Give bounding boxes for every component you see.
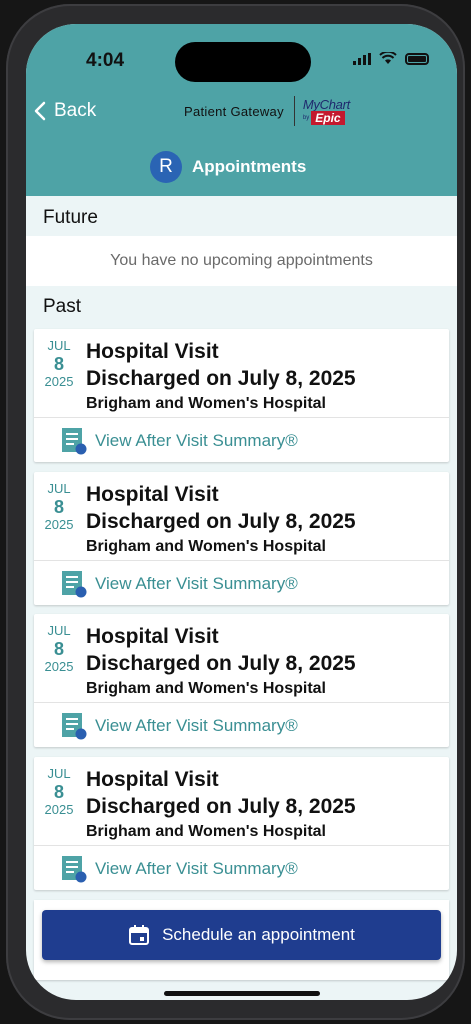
appointment-location: Brigham and Women's Hospital xyxy=(86,680,326,697)
appointment-subtitle: Discharged on July 8, 2025 xyxy=(86,367,356,390)
date-month: JUL xyxy=(47,623,71,638)
appointment-date: JUL 8 2025 xyxy=(34,338,84,390)
appointment-date: JUL 8 2025 xyxy=(34,766,84,818)
document-icon xyxy=(62,571,87,598)
summary-link-label: View After Visit Summary® xyxy=(95,859,298,878)
by-text: by xyxy=(302,114,310,121)
dynamic-island xyxy=(175,42,311,82)
page-title: R Appointments xyxy=(150,151,306,183)
date-year: 2025 xyxy=(44,801,74,817)
date-day: 8 xyxy=(53,496,64,517)
section-past: Past xyxy=(43,296,82,317)
summary-link-label: View After Visit Summary® xyxy=(95,574,298,593)
document-icon xyxy=(62,428,87,455)
appointment-subtitle: Discharged on July 8, 2025 xyxy=(86,795,356,818)
app-screen: 4:04 Back Patient Gateway MyChart by Epi… xyxy=(26,24,457,1000)
appointment-title: Hospital Visit xyxy=(86,483,219,506)
date-day: 8 xyxy=(53,638,64,659)
status-time: 4:04 xyxy=(86,50,125,71)
card-divider xyxy=(34,417,449,418)
app-header: 4:04 Back Patient Gateway MyChart by Epi… xyxy=(26,24,457,196)
appointment-card[interactable]: JUL 8 2025 Hospital Visit Discharged on … xyxy=(34,329,449,462)
date-day: 8 xyxy=(53,781,64,802)
document-icon xyxy=(62,856,87,883)
card-divider xyxy=(34,560,449,561)
back-label: Back xyxy=(54,100,97,121)
schedule-label: Schedule an appointment xyxy=(162,925,355,944)
section-future: Future xyxy=(43,207,98,228)
empty-future-message: You have no upcoming appointments xyxy=(26,236,457,286)
card-divider xyxy=(34,845,449,846)
signal-icon xyxy=(353,52,371,65)
phone-frame: 4:04 Back Patient Gateway MyChart by Epi… xyxy=(6,4,465,1020)
view-after-visit-summary-link[interactable]: View After Visit Summary® xyxy=(61,855,298,883)
appointment-date: JUL 8 2025 xyxy=(34,623,84,675)
battery-icon xyxy=(405,52,429,65)
document-icon xyxy=(62,713,87,740)
date-year: 2025 xyxy=(44,516,74,532)
appointment-card[interactable]: JUL 8 2025 Hospital Visit Discharged on … xyxy=(34,757,449,890)
brand-logo: Patient Gateway MyChart by Epic xyxy=(184,96,350,126)
appointment-location: Brigham and Women's Hospital xyxy=(86,823,326,840)
appointment-date: JUL 8 2025 xyxy=(34,481,84,533)
date-year: 2025 xyxy=(44,373,74,389)
date-month: JUL xyxy=(47,338,71,353)
view-after-visit-summary-link[interactable]: View After Visit Summary® xyxy=(61,712,298,740)
date-month: JUL xyxy=(47,766,71,781)
appointment-card[interactable]: JUL 8 2025 Hospital Visit Discharged on … xyxy=(34,472,449,605)
date-month: JUL xyxy=(47,481,71,496)
appointment-title: Hospital Visit xyxy=(86,625,219,648)
epic-text: Epic xyxy=(311,110,345,125)
page-title-label: Appointments xyxy=(192,157,307,176)
date-year: 2025 xyxy=(44,658,74,674)
appointment-location: Brigham and Women's Hospital xyxy=(86,395,326,412)
brand-divider xyxy=(293,96,295,126)
card-divider xyxy=(34,702,449,703)
mychart-text: MyChart xyxy=(302,96,350,112)
date-day: 8 xyxy=(53,353,64,374)
brand-text: Patient Gateway xyxy=(184,103,284,119)
appointment-subtitle: Discharged on July 8, 2025 xyxy=(86,510,356,533)
back-button[interactable]: Back xyxy=(34,100,96,122)
appointment-title: Hospital Visit xyxy=(86,340,219,363)
status-icons xyxy=(353,52,429,65)
appointment-card[interactable]: JUL 8 2025 Hospital Visit Discharged on … xyxy=(34,614,449,747)
wifi-icon xyxy=(379,52,397,64)
summary-link-label: View After Visit Summary® xyxy=(95,431,298,450)
view-after-visit-summary-link[interactable]: View After Visit Summary® xyxy=(61,570,298,598)
mychart-logo: MyChart by Epic xyxy=(303,98,350,125)
appointment-subtitle: Discharged on July 8, 2025 xyxy=(86,652,356,675)
home-indicator[interactable] xyxy=(164,991,320,996)
summary-link-label: View After Visit Summary® xyxy=(95,716,298,735)
calendar-icon xyxy=(129,925,150,945)
chevron-left-icon xyxy=(34,101,46,121)
schedule-appointment-button[interactable]: Schedule an appointment xyxy=(42,910,441,960)
view-after-visit-summary-link[interactable]: View After Visit Summary® xyxy=(61,427,298,455)
avatar[interactable]: R xyxy=(150,151,182,183)
appointment-location: Brigham and Women's Hospital xyxy=(86,538,326,555)
appointment-title: Hospital Visit xyxy=(86,768,219,791)
